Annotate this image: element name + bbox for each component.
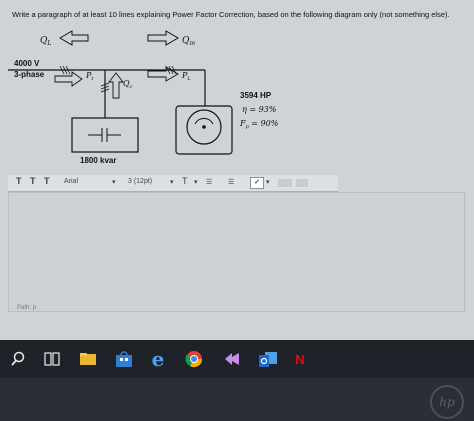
motor-shaft [202, 125, 206, 129]
capacitor-box [71, 117, 139, 153]
motor-rotation-arrow [194, 117, 214, 125]
windows-taskbar: e N [0, 340, 474, 378]
motor-frame [175, 105, 233, 155]
heading-3-button[interactable]: T [44, 176, 50, 186]
unlink-icon[interactable] [296, 179, 308, 187]
heading-2-button[interactable]: T [30, 176, 36, 186]
store-icon[interactable] [112, 346, 136, 372]
supply-phase: 3-phase [14, 70, 45, 79]
bullet-list-button[interactable]: ☰ [206, 178, 212, 186]
search-icon[interactable] [6, 346, 30, 372]
app-icon[interactable] [220, 346, 244, 372]
p-t-arrow [54, 71, 83, 87]
p-t-label: Pt [85, 71, 94, 82]
answer-editor[interactable]: Path: p [8, 192, 465, 312]
q-c-label: Qc [123, 79, 133, 90]
q-m-arrow [147, 30, 179, 46]
link-icon[interactable] [278, 179, 292, 187]
numbered-list-button[interactable]: ☰ [228, 178, 234, 186]
capacitor-rating: 1800 kvar [80, 156, 116, 165]
chevron-down-icon[interactable]: ▾ [194, 178, 198, 186]
netflix-icon[interactable]: N [288, 346, 312, 372]
spellcheck-button[interactable]: ✓ [250, 177, 264, 189]
q-c-arrow [108, 72, 124, 99]
editor-toolbar: T T T Arial ▾ 3 (12pt) ▾ T ▾ ☰ ☰ ✓ ▾ [8, 175, 338, 192]
edge-icon[interactable]: e [146, 346, 170, 372]
capacitor-symbol [88, 128, 121, 142]
task-view-icon[interactable] [40, 346, 64, 372]
motor-power-factor: Fp = 90% [239, 119, 279, 130]
q-l-label: QL [40, 36, 51, 47]
font-family-select[interactable]: Arial [64, 178, 78, 185]
text-color-button[interactable]: T [182, 176, 188, 186]
outlook-icon[interactable] [256, 346, 280, 372]
chrome-icon[interactable] [182, 346, 206, 372]
chevron-down-icon[interactable]: ▾ [170, 178, 174, 186]
p-l-label: PL [181, 71, 191, 82]
q-m-label: Qm [182, 36, 195, 47]
heading-1-button[interactable]: T [16, 176, 22, 186]
browser-content: Write a paragraph of at least 10 lines e… [0, 0, 474, 340]
chevron-down-icon[interactable]: ▾ [112, 178, 116, 186]
power-factor-diagram: QL Qm 4000 V 3-phase Pt Qc PL 1800 kvar … [8, 30, 279, 165]
font-size-select[interactable]: 3 (12pt) [128, 178, 152, 185]
chevron-down-icon[interactable]: ▾ [266, 178, 270, 186]
q-l-arrow [59, 30, 89, 46]
hp-logo: hp [430, 385, 464, 419]
motor-efficiency: η = 93% [242, 105, 277, 114]
motor-power: 3594 HP [240, 91, 272, 100]
supply-voltage: 4000 V [14, 59, 40, 68]
file-explorer-icon[interactable] [76, 346, 100, 372]
laptop-bezel [0, 378, 474, 421]
path-label: Path: p [17, 305, 37, 311]
